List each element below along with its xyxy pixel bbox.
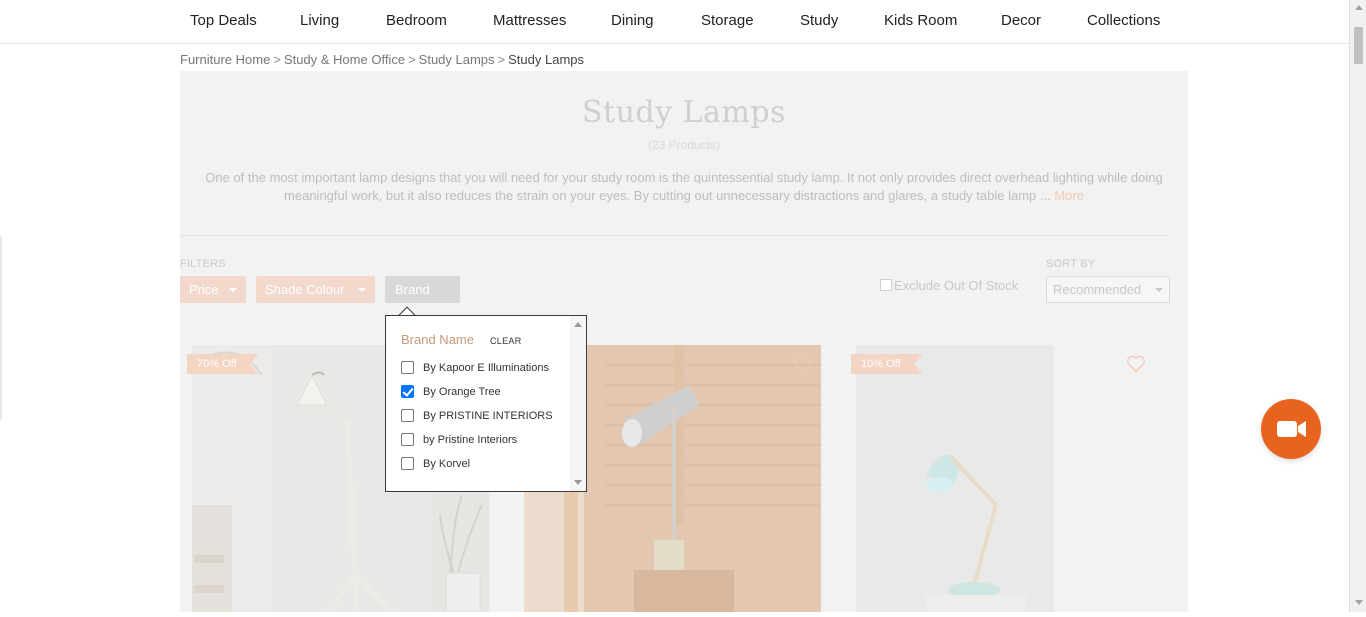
nav-decor[interactable]: Decor bbox=[1001, 12, 1041, 29]
divider bbox=[180, 235, 1168, 236]
scroll-down-arrow-icon[interactable] bbox=[574, 480, 582, 485]
nav-dining[interactable]: Dining bbox=[611, 12, 654, 29]
brand-checkbox[interactable] bbox=[401, 409, 414, 422]
nav-kids-room[interactable]: Kids Room bbox=[884, 12, 957, 29]
clear-button[interactable]: CLEAR bbox=[490, 336, 522, 346]
brand-name-heading: Brand Name bbox=[401, 332, 474, 347]
breadcrumb: Furniture Home > Study & Home Office > Study… bbox=[180, 52, 584, 67]
nav-study[interactable]: Study bbox=[800, 12, 838, 29]
scrollbar-thumb[interactable] bbox=[1354, 27, 1363, 64]
page-scrollbar[interactable] bbox=[1349, 0, 1366, 612]
scroll-up-arrow-icon[interactable] bbox=[574, 322, 582, 327]
breadcrumb-furniture-home[interactable]: Furniture Home bbox=[180, 52, 270, 67]
category-description: One of the most important lamp designs t… bbox=[190, 169, 1178, 205]
heart-outline-icon[interactable] bbox=[793, 355, 813, 373]
scroll-up-arrow-icon[interactable] bbox=[1355, 5, 1363, 10]
brand-checkbox[interactable] bbox=[401, 433, 414, 446]
breadcrumb-study-home-office[interactable]: Study & Home Office bbox=[284, 52, 405, 67]
filter-price-button[interactable]: Price bbox=[180, 276, 246, 303]
filter-shade-colour-label: Shade Colour bbox=[265, 282, 345, 297]
page-title: Study Lamps bbox=[582, 95, 786, 130]
discount-badge: 10% Off bbox=[851, 354, 923, 374]
breadcrumb-separator: > bbox=[408, 52, 416, 67]
sort-by-value: Recommended bbox=[1053, 282, 1142, 297]
brand-checkbox[interactable] bbox=[401, 361, 414, 374]
nav-bedroom[interactable]: Bedroom bbox=[386, 12, 447, 29]
nav-mattresses[interactable]: Mattresses bbox=[493, 12, 566, 29]
brand-option-label: By Korvel bbox=[423, 458, 471, 470]
brand-option-label: by Pristine Interiors bbox=[423, 434, 518, 446]
filter-brand-label: Brand bbox=[395, 282, 430, 297]
exclude-out-of-stock-checkbox[interactable] bbox=[880, 279, 892, 291]
sort-by-select[interactable]: Recommended bbox=[1046, 276, 1170, 303]
nav-living[interactable]: Living bbox=[300, 12, 339, 29]
video-call-button[interactable] bbox=[1261, 399, 1321, 459]
sort-by-label: SORT BY bbox=[1046, 258, 1096, 270]
exclude-out-of-stock[interactable]: Exclude Out Of Stock bbox=[880, 278, 1018, 293]
brand-checkbox-checked[interactable] bbox=[401, 385, 414, 398]
caret-down-icon bbox=[1155, 288, 1163, 292]
more-link[interactable]: More bbox=[1054, 188, 1084, 203]
top-navigation: Top Deals Living Bedroom Mattresses Dini… bbox=[0, 0, 1349, 44]
brand-checkbox[interactable] bbox=[401, 457, 414, 470]
product-image[interactable] bbox=[856, 345, 1054, 612]
filter-shade-colour-button[interactable]: Shade Colour bbox=[256, 276, 375, 303]
brand-option-label: By Kapoor E Illuminations bbox=[423, 362, 549, 374]
nav-collections[interactable]: Collections bbox=[1087, 12, 1160, 29]
filter-brand-button[interactable]: Brand bbox=[385, 276, 460, 303]
video-camera-icon bbox=[1277, 421, 1306, 437]
breadcrumb-separator: > bbox=[497, 52, 506, 67]
left-edge-tab bbox=[0, 236, 2, 420]
caret-down-icon bbox=[229, 288, 237, 292]
nav-top-deals[interactable]: Top Deals bbox=[190, 12, 257, 29]
description-text: One of the most important lamp designs t… bbox=[205, 170, 1163, 203]
scroll-down-arrow-icon[interactable] bbox=[1355, 600, 1363, 605]
caret-down-icon bbox=[358, 288, 366, 292]
brand-option-label: By Orange Tree bbox=[423, 386, 501, 398]
heart-outline-icon[interactable] bbox=[1126, 355, 1146, 373]
discount-badge: 70% Off bbox=[187, 354, 259, 374]
dropdown-scrollbar[interactable] bbox=[570, 316, 586, 491]
category-content: Study Lamps (23 Products) One of the mos… bbox=[180, 71, 1188, 615]
filters-label: FILTERS bbox=[180, 258, 226, 270]
product-count: (23 Products) bbox=[647, 138, 721, 152]
breadcrumb-separator: > bbox=[273, 52, 281, 67]
nav-storage[interactable]: Storage bbox=[701, 12, 754, 29]
exclude-out-of-stock-label: Exclude Out Of Stock bbox=[894, 278, 1019, 293]
breadcrumb-study-lamps[interactable]: Study Lamps bbox=[419, 52, 495, 67]
brand-filter-dropdown: Brand Name CLEAR By Kapoor E Illuminatio… bbox=[385, 315, 587, 492]
filter-price-label: Price bbox=[189, 282, 219, 297]
breadcrumb-current: Study Lamps bbox=[508, 52, 584, 67]
brand-option-label: By PRISTINE INTERIORS bbox=[423, 410, 553, 422]
teal-desk-lamp-image bbox=[856, 345, 1054, 612]
